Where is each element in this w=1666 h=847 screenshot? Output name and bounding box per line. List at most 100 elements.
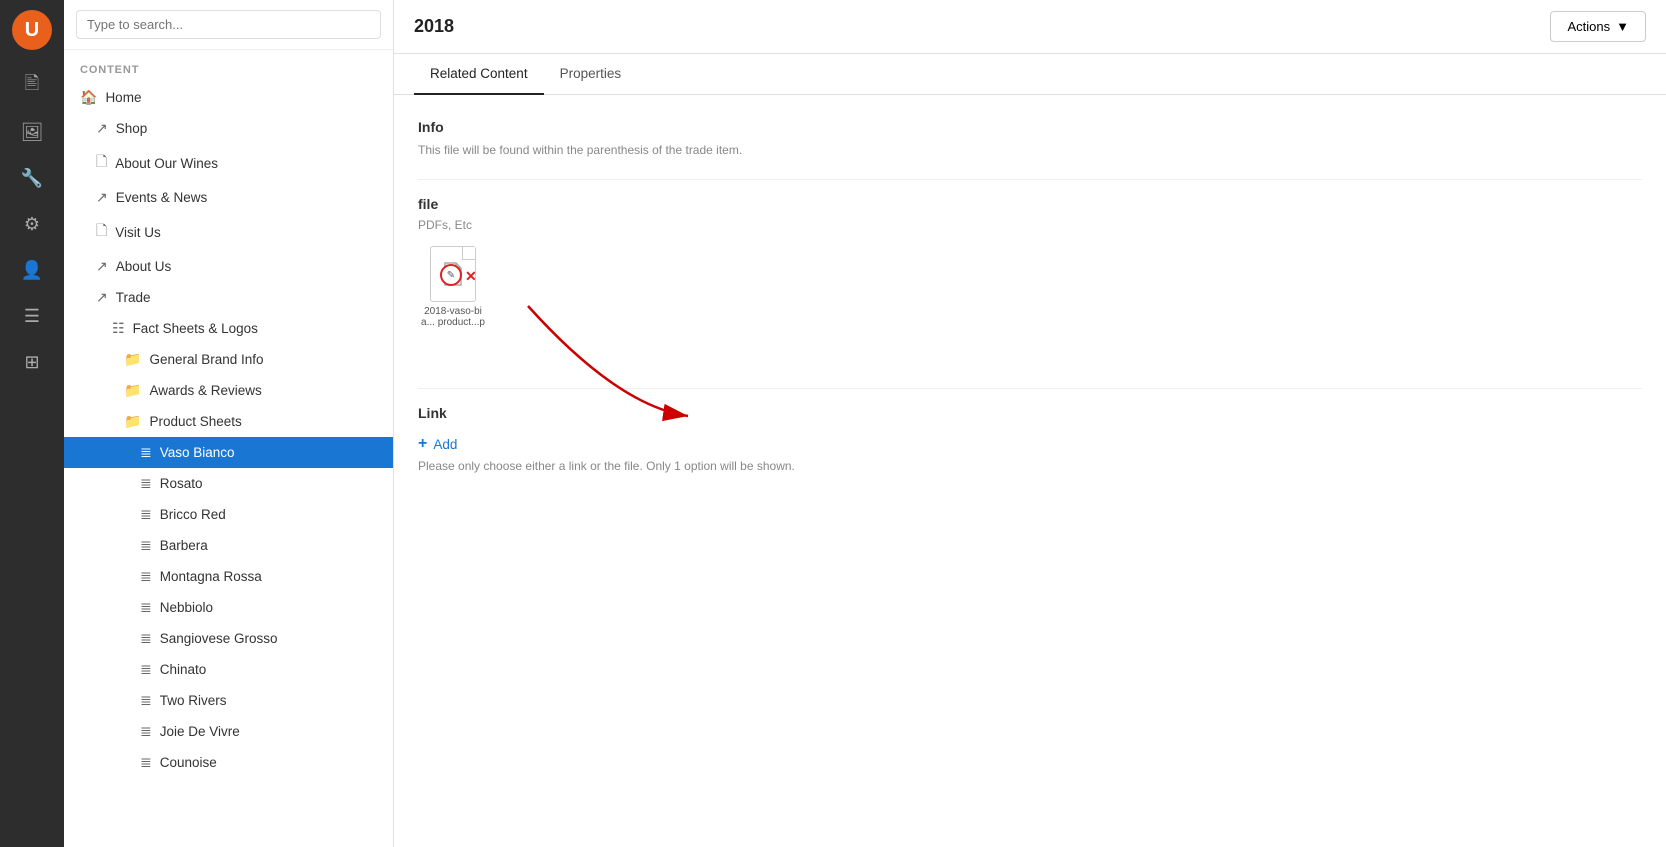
content-label: CONTENT — [64, 50, 393, 82]
link-section: Link + Add Please only choose either a l… — [418, 405, 1642, 475]
sidebar-label-nebbiolo: Nebbiolo — [160, 600, 213, 615]
sidebar-item-two-rivers[interactable]: ≣ Two Rivers — [64, 685, 393, 716]
external-link-icon: ↗ — [96, 120, 108, 137]
list-item-icon2: ≣ — [140, 475, 152, 492]
list-icon: ☷ — [112, 320, 125, 337]
sidebar-label-awards-reviews: Awards & Reviews — [149, 383, 261, 398]
sidebar-label-events-news: Events & News — [116, 190, 208, 205]
home-icon: 🏠 — [80, 89, 97, 106]
list-item-icon6: ≣ — [140, 599, 152, 616]
file-thumb-area: 2018-vaso-bia... product...p ✎ ✕ — [418, 246, 1642, 328]
sidebar-item-fact-sheets[interactable]: ☷ Fact Sheets & Logos — [64, 313, 393, 344]
file-delete-button[interactable]: ✕ — [465, 269, 477, 283]
link-description: Please only choose either a link or the … — [418, 457, 1642, 475]
list-item-icon4: ≣ — [140, 537, 152, 554]
list-item-icon7: ≣ — [140, 630, 152, 647]
info-section-description: This file will be found within the paren… — [418, 141, 1642, 159]
main-body: Info This file will be found within the … — [394, 95, 1666, 847]
sidebar-label-two-rivers: Two Rivers — [160, 693, 227, 708]
info-section-title: Info — [418, 119, 1642, 135]
sidebar-label-montagna-rossa: Montagna Rossa — [160, 569, 262, 584]
list-item-icon5: ≣ — [140, 568, 152, 585]
sidebar-item-visit-us[interactable]: 🗋 Visit Us — [64, 213, 393, 251]
user-nav-icon[interactable]: 👤 — [12, 250, 52, 290]
file-name-label: 2018-vaso-bia... product...p — [418, 306, 488, 328]
search-bar — [64, 0, 393, 50]
sidebar-item-product-sheets[interactable]: 📁 Product Sheets — [64, 406, 393, 437]
sidebar-label-trade: Trade — [116, 290, 151, 305]
tabs-bar: Related Content Properties — [394, 54, 1666, 95]
sidebar-item-events-news[interactable]: ↗ Events & News — [64, 182, 393, 213]
sidebar-item-general-brand-info[interactable]: 📁 General Brand Info — [64, 344, 393, 375]
file-sublabel: PDFs, Etc — [418, 218, 1642, 232]
sidebar-label-counoise: Counoise — [160, 755, 217, 770]
app-logo[interactable]: U — [12, 10, 52, 50]
file-section-title: file — [418, 196, 1642, 212]
sidebar-item-counoise[interactable]: ≣ Counoise — [64, 747, 393, 778]
doc-icon2: 🗋 — [96, 220, 107, 244]
divider2 — [418, 388, 1642, 389]
sidebar-item-barbera[interactable]: ≣ Barbera — [64, 530, 393, 561]
sidebar-item-about-our-wines[interactable]: 🗋 About Our Wines — [64, 144, 393, 182]
sidebar-item-awards-reviews[interactable]: 📁 Awards & Reviews — [64, 375, 393, 406]
folder-icon-general: 📁 — [124, 351, 141, 368]
gear-nav-icon[interactable]: ⚙ — [12, 204, 52, 244]
link-icon3: ↗ — [96, 289, 108, 306]
file-edit-button[interactable]: ✎ — [440, 264, 462, 286]
list-item-icon11: ≣ — [140, 754, 152, 771]
sidebar-label-sangiovese-grosso: Sangiovese Grosso — [160, 631, 278, 646]
sidebar-item-about-us[interactable]: ↗ About Us — [64, 251, 393, 282]
main-content: 2018 Actions ▼ Related Content Propertie… — [394, 0, 1666, 847]
sidebar-label-chinato: Chinato — [160, 662, 207, 677]
sidebar-label-general-brand-info: General Brand Info — [149, 352, 263, 367]
actions-chevron-icon: ▼ — [1616, 19, 1629, 34]
icon-bar: U 🖹 🖼 🔧 ⚙ 👤 ☰ ⊞ — [0, 0, 64, 847]
file-thumbnail: 2018-vaso-bia... product...p — [418, 246, 488, 328]
sidebar-label-about-us: About Us — [116, 259, 172, 274]
search-input[interactable] — [76, 10, 381, 39]
sidebar-label-visit-us: Visit Us — [115, 225, 161, 240]
divider1 — [418, 179, 1642, 180]
folder-icon-awards: 📁 — [124, 382, 141, 399]
sidebar: CONTENT 🏠 Home ↗ Shop 🗋 About Our Wines … — [64, 0, 394, 847]
tool-nav-icon[interactable]: 🔧 — [12, 158, 52, 198]
page-title: 2018 — [414, 16, 1550, 37]
sidebar-item-joie-de-vivre[interactable]: ≣ Joie De Vivre — [64, 716, 393, 747]
actions-label: Actions — [1567, 19, 1610, 34]
list-item-icon8: ≣ — [140, 661, 152, 678]
actions-button[interactable]: Actions ▼ — [1550, 11, 1646, 42]
grid-nav-icon[interactable]: ⊞ — [12, 342, 52, 382]
sidebar-label-home: Home — [105, 90, 141, 105]
list-item-icon10: ≣ — [140, 723, 152, 740]
image-nav-icon[interactable]: 🖼 — [12, 112, 52, 152]
page-nav-icon[interactable]: 🖹 — [12, 66, 52, 106]
sidebar-item-chinato[interactable]: ≣ Chinato — [64, 654, 393, 685]
tab-properties[interactable]: Properties — [544, 54, 638, 95]
add-link-button[interactable]: + Add — [418, 435, 457, 453]
sidebar-item-nebbiolo[interactable]: ≣ Nebbiolo — [64, 592, 393, 623]
plus-icon: + — [418, 435, 427, 453]
link-icon2: ↗ — [96, 258, 108, 275]
sidebar-label-fact-sheets: Fact Sheets & Logos — [133, 321, 258, 336]
sidebar-item-shop[interactable]: ↗ Shop — [64, 113, 393, 144]
sidebar-item-montagna-rossa[interactable]: ≣ Montagna Rossa — [64, 561, 393, 592]
sidebar-item-home[interactable]: 🏠 Home — [64, 82, 393, 113]
sidebar-item-bricco-red[interactable]: ≣ Bricco Red — [64, 499, 393, 530]
sidebar-item-vaso-bianco[interactable]: ≣ Vaso Bianco — [64, 437, 393, 468]
sidebar-item-trade[interactable]: ↗ Trade — [64, 282, 393, 313]
sidebar-label-joie-de-vivre: Joie De Vivre — [160, 724, 240, 739]
nav-tree: 🏠 Home ↗ Shop 🗋 About Our Wines ↗ Events… — [64, 82, 393, 847]
sidebar-label-rosato: Rosato — [160, 476, 203, 491]
list-item-icon3: ≣ — [140, 506, 152, 523]
sidebar-item-rosato[interactable]: ≣ Rosato — [64, 468, 393, 499]
sidebar-label-barbera: Barbera — [160, 538, 208, 553]
file-section: file PDFs, Etc 2018-vaso-bia... product.… — [418, 196, 1642, 328]
tab-related-content[interactable]: Related Content — [414, 54, 544, 95]
doc-icon: 🗋 — [96, 151, 107, 175]
list-nav-icon[interactable]: ☰ — [12, 296, 52, 336]
folder-icon-product: 📁 — [124, 413, 141, 430]
sidebar-item-sangiovese-grosso[interactable]: ≣ Sangiovese Grosso — [64, 623, 393, 654]
sidebar-label-vaso-bianco: Vaso Bianco — [160, 445, 235, 460]
link-section-title: Link — [418, 405, 1642, 421]
list-item-icon: ≣ — [140, 444, 152, 461]
